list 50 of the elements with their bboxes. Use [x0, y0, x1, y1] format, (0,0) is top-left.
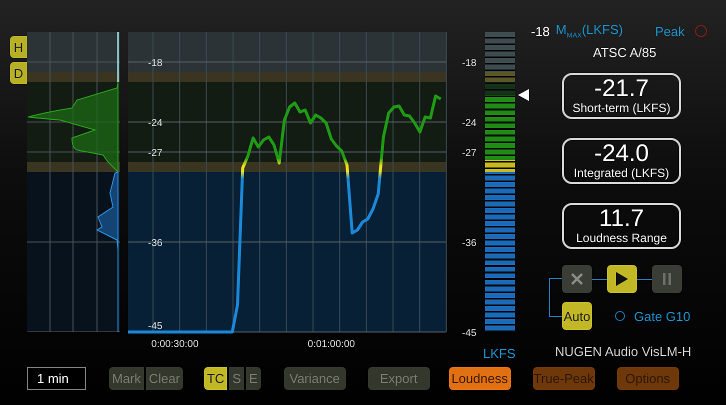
- scale-label: -45: [462, 328, 476, 339]
- timecode-tab[interactable]: E: [246, 367, 261, 390]
- time-window-field[interactable]: 1 min: [27, 367, 86, 390]
- peak-label: Peak: [654, 24, 685, 38]
- scale-label: -18: [462, 58, 476, 69]
- scale-label: -24: [462, 118, 476, 129]
- axis-label: -18: [148, 58, 162, 69]
- play-icon: [615, 271, 629, 287]
- target-label: M$_{MAX}$(LKFS): [556, 22, 623, 40]
- close-icon: [570, 272, 584, 286]
- action-button[interactable]: Variance: [284, 367, 346, 390]
- readout-label: Integrated (LKFS): [574, 166, 670, 180]
- readout-value: -21.7: [594, 78, 649, 100]
- play-button[interactable]: [607, 265, 637, 293]
- scale-label: -27: [462, 148, 476, 159]
- scale-label: -36: [462, 238, 476, 249]
- axis-label: -27: [148, 148, 162, 159]
- histogram-line: [117, 32, 119, 82]
- action-button[interactable]: Export: [368, 367, 430, 390]
- readout-value: 11.7: [599, 208, 644, 230]
- product-name: NUGEN Audio VisLM-H: [555, 344, 692, 359]
- axis-label: -24: [148, 118, 162, 129]
- connector-line: [592, 278, 607, 280]
- auto-button[interactable]: Auto: [562, 302, 592, 330]
- gate-label: Gate G10: [634, 308, 690, 324]
- view-tab[interactable]: Options: [616, 367, 679, 390]
- view-toggle-button[interactable]: H: [10, 36, 27, 58]
- unit-label: LKFS: [483, 346, 516, 361]
- axis-label: 0:01:00:00: [308, 339, 355, 350]
- level-pointer-icon: [518, 89, 529, 101]
- standard-label: ATSC A/85: [593, 45, 658, 60]
- axis-label: -36: [148, 238, 162, 249]
- marker-button[interactable]: Mark: [109, 367, 144, 390]
- timecode-tab[interactable]: S: [229, 367, 244, 390]
- readout-label: Loudness Range: [576, 230, 667, 244]
- view-toggle-button[interactable]: D: [10, 62, 27, 84]
- view-tab[interactable]: True-Peak: [532, 367, 595, 390]
- reset-button[interactable]: [562, 265, 592, 293]
- connector-line: [637, 278, 652, 280]
- view-tab[interactable]: Loudness: [448, 367, 511, 390]
- axis-label: 0:00:30:00: [151, 339, 199, 350]
- pause-button[interactable]: [652, 265, 682, 293]
- gate-radio[interactable]: [615, 311, 625, 321]
- marker-button[interactable]: Clear: [146, 367, 183, 390]
- readout-value: -24.0: [594, 142, 649, 164]
- axis-label: -45: [148, 321, 162, 332]
- target-value: -18: [531, 24, 550, 38]
- timecode-tab[interactable]: TC: [204, 367, 228, 390]
- readout-label: Short-term (LKFS): [572, 100, 670, 114]
- pause-icon: [662, 272, 672, 286]
